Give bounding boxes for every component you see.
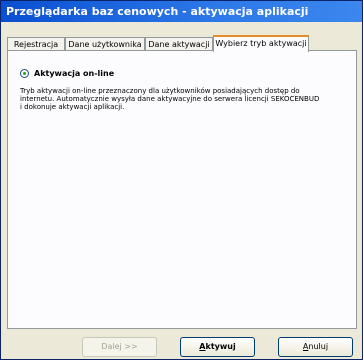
cancel-label-rest: nuluj: [308, 342, 329, 351]
window-title: Przeglądarka baz cenowych - aktywacja ap…: [1, 1, 362, 22]
tab-dane-uzytkownika[interactable]: Dane użytkownika: [65, 37, 145, 51]
online-activation-description: Tryb aktywacji on-line przeznaczony dla …: [20, 87, 350, 111]
activation-window: Przeglądarka baz cenowych - aktywacja ap…: [0, 0, 363, 360]
description-line-1: Tryb aktywacji on-line przeznaczony dla …: [20, 87, 300, 95]
cancel-button[interactable]: Anuluj: [278, 337, 353, 357]
tab-wybierz-tryb-aktywacji[interactable]: Wybierz tryb aktywacji: [213, 35, 309, 52]
activate-button[interactable]: Aktywuj: [180, 337, 255, 357]
online-activation-label: Aktywacja on-line: [34, 69, 115, 78]
online-activation-option[interactable]: Aktywacja on-line: [20, 69, 114, 78]
tab-dane-aktywacji[interactable]: Dane aktywacji: [145, 37, 213, 51]
tab-rejestracja[interactable]: Rejestracja: [7, 37, 65, 51]
next-button[interactable]: Dalej >>: [82, 337, 157, 357]
activate-label-rest: ktywuj: [205, 342, 236, 351]
description-line-2: internetu. Automatycznie wysyła dane akt…: [20, 95, 320, 103]
description-line-3: i dokonuje aktywacji aplikacji.: [20, 103, 125, 111]
activation-mode-panel: Aktywacja on-line Tryb aktywacji on-line…: [7, 50, 357, 329]
online-activation-radio[interactable]: [20, 69, 29, 78]
